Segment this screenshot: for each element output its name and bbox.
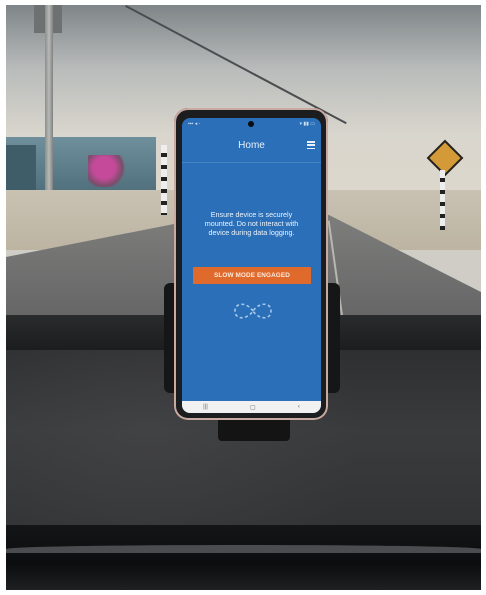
page-title: Home <box>238 140 265 151</box>
dashboard-lip <box>6 545 481 553</box>
mounting-instructions: Ensure device is securely mounted. Do no… <box>204 210 299 237</box>
status-icons-left: ▪▪▪ ◂ ◦ <box>188 121 201 127</box>
flowering-bush <box>88 155 128 187</box>
recent-apps-icon[interactable]: ||| <box>203 404 208 410</box>
app-header: Home <box>182 132 321 163</box>
back-icon[interactable]: ‹ <box>298 404 300 410</box>
dashboard-photo: ▪▪▪ ◂ ◦ ▾ ▮▮ ▭ Home Ensure device is sec… <box>6 5 481 590</box>
phone-screen: ▪▪▪ ◂ ◦ ▾ ▮▮ ▭ Home Ensure device is sec… <box>182 118 321 413</box>
phone-mount-base <box>218 417 290 441</box>
dashboard-lower <box>6 525 481 590</box>
hamburger-menu-icon[interactable] <box>307 141 315 149</box>
status-icons-right: ▾ ▮▮ ▭ <box>299 121 315 127</box>
road-sign-post <box>440 170 445 230</box>
home-icon[interactable]: ▢ <box>250 404 256 411</box>
road-post <box>161 145 167 215</box>
building-shadow <box>6 145 36 195</box>
android-navigation-bar: ||| ▢ ‹ <box>182 401 321 413</box>
infinity-loading-icon <box>234 303 272 319</box>
front-camera <box>248 121 254 127</box>
slow-mode-status-button[interactable]: SLOW MODE ENGAGED <box>193 267 311 284</box>
